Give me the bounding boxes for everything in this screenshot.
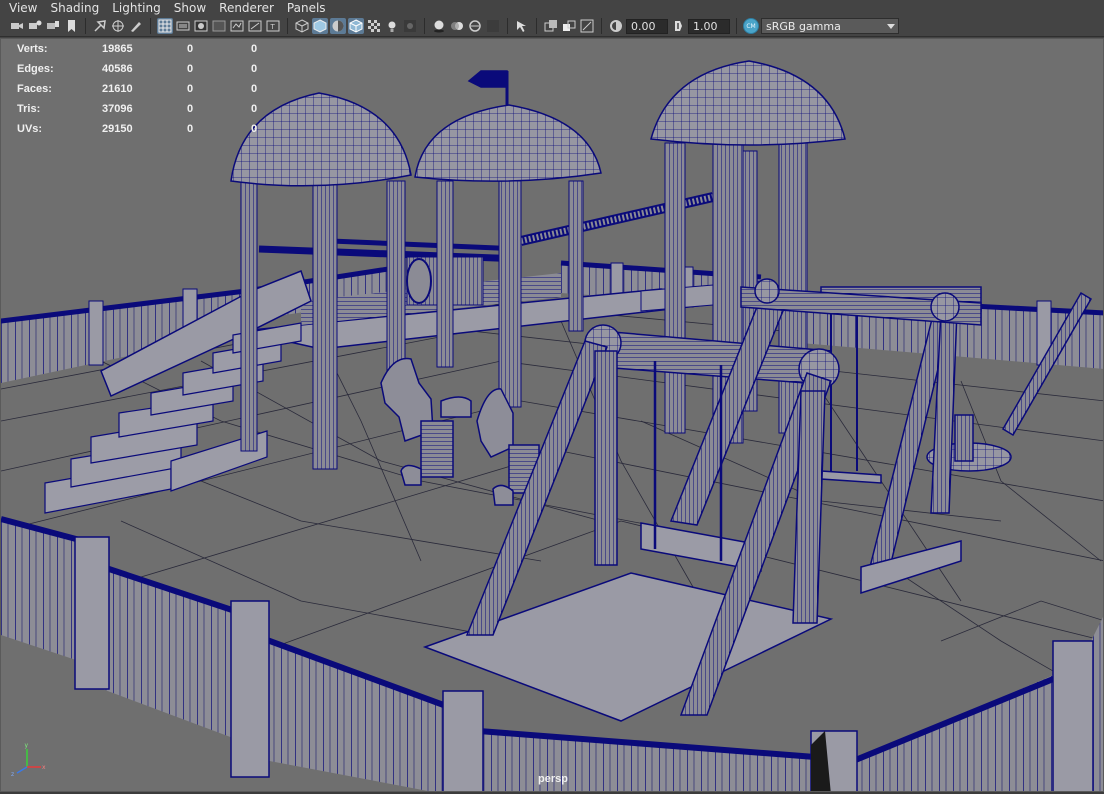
- hud-row-faces: Faces: 21610 0 0: [17, 79, 281, 99]
- hud-value: 0: [251, 63, 258, 75]
- view-axis-gizmo: y x z: [11, 742, 46, 777]
- hud-row-tris: Tris: 37096 0 0: [17, 99, 281, 119]
- toolbar-separator: [150, 18, 151, 34]
- exposure-icon[interactable]: [608, 18, 624, 34]
- axis-label-z: z: [11, 771, 14, 777]
- wireframe-icon[interactable]: [294, 18, 310, 34]
- gate-mask-icon[interactable]: [211, 18, 227, 34]
- shadows-icon[interactable]: [402, 18, 418, 34]
- hud-value: 0: [187, 43, 194, 55]
- menu-panels[interactable]: Panels: [287, 0, 326, 16]
- image-plane-icon[interactable]: [63, 18, 79, 34]
- gamma-icon[interactable]: [670, 18, 686, 34]
- field-chart-icon[interactable]: [229, 18, 245, 34]
- multisample-aa-icon[interactable]: [467, 18, 483, 34]
- hud-value: 40586: [102, 63, 133, 75]
- toolbar-separator: [601, 18, 602, 34]
- wireframe-scene: [1, 60, 1103, 791]
- hud-value: 21610: [102, 83, 133, 95]
- hud-label: Edges:: [17, 63, 54, 75]
- view-transform-dropdown[interactable]: sRGB gamma: [761, 18, 899, 34]
- exposure-field[interactable]: [626, 18, 668, 34]
- grid-icon[interactable]: [157, 18, 173, 34]
- gamma-field[interactable]: [688, 18, 730, 34]
- hud-value: 0: [251, 83, 258, 95]
- 2d-pan-zoom-icon[interactable]: [92, 18, 108, 34]
- hud-value: 29150: [102, 123, 133, 135]
- default-material-icon[interactable]: [330, 18, 346, 34]
- hud-label: Faces:: [17, 83, 52, 95]
- textured-icon[interactable]: [366, 18, 382, 34]
- viewport-menu-bar: View Shading Lighting Show Renderer Pane…: [0, 0, 1104, 16]
- hud-row-verts: Verts: 19865 0 0: [17, 39, 281, 59]
- axis-label-y: y: [25, 742, 29, 749]
- wireframe-on-shaded-icon[interactable]: [348, 18, 364, 34]
- hud-label: Verts:: [17, 43, 48, 55]
- 3d-viewport[interactable]: Verts: 19865 0 0 Edges: 40586 0 0 Faces:…: [0, 38, 1104, 792]
- menu-lighting[interactable]: Lighting: [112, 0, 161, 16]
- bookmarks-icon[interactable]: [45, 18, 61, 34]
- toolbar-separator: [287, 18, 288, 34]
- menu-renderer[interactable]: Renderer: [219, 0, 274, 16]
- toolbar-separator: [536, 18, 537, 34]
- hud-value: 0: [251, 43, 258, 55]
- motion-blur-icon[interactable]: [449, 18, 465, 34]
- color-management-toggle[interactable]: CM: [743, 18, 759, 34]
- hud-value: 0: [251, 103, 258, 115]
- xray-joints-icon[interactable]: [579, 18, 595, 34]
- hud-value: 0: [187, 103, 194, 115]
- camera-select-icon[interactable]: [9, 18, 25, 34]
- hud-value: 19865: [102, 43, 133, 55]
- toolbar-separator: [85, 18, 86, 34]
- pencil-icon[interactable]: [128, 18, 144, 34]
- hud-value: 0: [251, 123, 258, 135]
- screen-space-ao-icon[interactable]: [431, 18, 447, 34]
- toolbar-separator: [736, 18, 737, 34]
- menu-view[interactable]: View: [9, 0, 37, 16]
- safe-action-icon[interactable]: [247, 18, 263, 34]
- hud-value: 0: [187, 123, 194, 135]
- view-transform-value: sRGB gamma: [766, 19, 841, 33]
- hud-row-uvs: UVs: 29150 0 0: [17, 119, 281, 139]
- xray-active-components-icon[interactable]: [561, 18, 577, 34]
- axis-label-x: x: [42, 764, 46, 771]
- camera-attributes-icon[interactable]: [27, 18, 43, 34]
- toolbar-separator: [507, 18, 508, 34]
- film-gate-icon[interactable]: [175, 18, 191, 34]
- svg-text:T: T: [270, 23, 276, 31]
- safe-title-icon[interactable]: T: [265, 18, 281, 34]
- hud-label: Tris:: [17, 103, 41, 115]
- grease-pencil-icon[interactable]: [110, 18, 126, 34]
- menu-shading[interactable]: Shading: [50, 0, 99, 16]
- hud-row-edges: Edges: 40586 0 0: [17, 59, 281, 79]
- isolate-select-icon[interactable]: [514, 18, 530, 34]
- depth-of-field-icon[interactable]: [485, 18, 501, 34]
- resolution-gate-icon[interactable]: [193, 18, 209, 34]
- use-all-lights-icon[interactable]: [384, 18, 400, 34]
- camera-name-label: persp: [538, 773, 568, 785]
- viewport-toolbar: T CM sRGB gamma: [0, 16, 1104, 37]
- smooth-shade-icon[interactable]: [312, 18, 328, 34]
- hud-value: 37096: [102, 103, 133, 115]
- xray-icon[interactable]: [543, 18, 559, 34]
- hud-value: 0: [187, 83, 194, 95]
- hud-value: 0: [187, 63, 194, 75]
- menu-show[interactable]: Show: [174, 0, 206, 16]
- hud-label: UVs:: [17, 123, 43, 135]
- poly-count-hud: Verts: 19865 0 0 Edges: 40586 0 0 Faces:…: [17, 39, 281, 139]
- chevron-down-icon: [887, 23, 895, 29]
- toolbar-separator: [424, 18, 425, 34]
